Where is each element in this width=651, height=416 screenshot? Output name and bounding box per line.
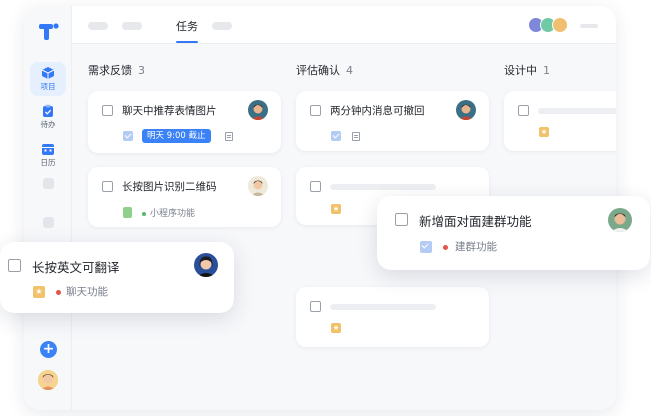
tab-active-indicator	[176, 41, 198, 43]
task-title: 新增面对面建群功能	[419, 214, 532, 229]
task-title: 两分钟内消息可撤回	[330, 105, 425, 117]
text-placeholder	[538, 108, 616, 114]
lightbulb-icon	[123, 207, 132, 218]
top-bar: 任务	[72, 6, 616, 44]
sidebar-item-label: 项目	[40, 82, 56, 91]
sidebar-item-label: 日历	[40, 158, 56, 167]
tag-dot	[443, 245, 448, 250]
sidebar-placeholder	[43, 217, 54, 228]
assignee-avatar[interactable]	[194, 253, 218, 277]
task-card[interactable]: 两分钟内消息可撤回	[296, 91, 489, 151]
due-date-badge[interactable]: 明天 9:00 截止	[142, 129, 211, 143]
task-tag: 建群功能	[455, 241, 497, 253]
assignee-avatar[interactable]	[608, 208, 632, 232]
column-name: 设计中	[504, 64, 537, 77]
subtask-check-icon	[331, 131, 341, 141]
subtask-check-icon	[420, 241, 432, 253]
task-title: 长按图片识别二维码	[122, 181, 217, 193]
task-title: 长按英文可翻译	[32, 260, 120, 275]
floating-task-card[interactable]: 长按英文可翻译 ★ 聊天功能	[0, 242, 234, 313]
more-placeholder[interactable]	[580, 24, 598, 28]
cube-icon	[41, 67, 55, 79]
column-count: 1	[543, 64, 550, 77]
sidebar-item-label: 待办	[40, 120, 56, 129]
task-card-placeholder[interactable]: ★	[504, 91, 616, 151]
task-checkbox[interactable]	[518, 105, 529, 116]
calendar-icon	[42, 144, 54, 155]
task-title: 聊天中推荐表情图片	[122, 105, 217, 117]
plus-icon[interactable]: +	[40, 341, 57, 358]
subtask-check-icon	[123, 131, 133, 141]
star-icon: ★	[331, 323, 341, 333]
column-count: 3	[138, 64, 145, 77]
star-icon: ★	[331, 204, 341, 214]
task-tag: 小程序功能	[150, 209, 196, 219]
task-checkbox[interactable]	[8, 259, 21, 272]
task-card[interactable]: 聊天中推荐表情图片 明天 9:00 截止	[88, 91, 281, 153]
tab-placeholder[interactable]	[88, 22, 108, 30]
tag-dot	[56, 290, 61, 295]
star-icon: ★	[33, 286, 45, 298]
task-checkbox[interactable]	[395, 213, 408, 226]
sidebar-item-todo[interactable]: 待办	[30, 100, 66, 134]
note-icon	[225, 132, 233, 141]
column-name: 需求反馈	[88, 64, 132, 77]
text-placeholder	[330, 304, 436, 310]
team-avatar[interactable]	[552, 17, 568, 33]
text-placeholder	[330, 184, 436, 190]
tag-dot	[142, 212, 146, 216]
tab-placeholder[interactable]	[212, 22, 232, 30]
column-title: 需求反馈 3	[88, 62, 145, 78]
clipboard-icon	[43, 104, 53, 117]
column-title: 评估确认 4	[296, 62, 353, 78]
sidebar-placeholder	[43, 178, 54, 189]
assignee-avatar[interactable]	[248, 176, 268, 196]
column-count: 4	[346, 64, 353, 77]
task-checkbox[interactable]	[102, 105, 113, 116]
task-tag: 聊天功能	[66, 286, 108, 298]
task-card-placeholder[interactable]: ★	[296, 287, 489, 347]
column-name: 评估确认	[296, 64, 340, 77]
floating-task-card[interactable]: 新增面对面建群功能 建群功能	[377, 196, 650, 270]
sidebar-item-project[interactable]: 项目	[30, 62, 66, 96]
task-checkbox[interactable]	[310, 301, 321, 312]
task-checkbox[interactable]	[310, 105, 321, 116]
tab-placeholder[interactable]	[122, 22, 142, 30]
sidebar: 项目 待办 日历 +	[24, 6, 72, 410]
assignee-avatar[interactable]	[248, 100, 268, 120]
column-title: 设计中 1	[504, 62, 550, 78]
user-avatar[interactable]	[38, 370, 58, 390]
task-checkbox[interactable]	[310, 181, 321, 192]
assignee-avatar[interactable]	[456, 100, 476, 120]
star-icon: ★	[539, 127, 549, 137]
sidebar-item-calendar[interactable]: 日历	[30, 138, 66, 172]
task-checkbox[interactable]	[102, 181, 113, 192]
tab-tasks[interactable]: 任务	[176, 18, 198, 34]
app-logo-icon	[39, 23, 59, 40]
note-icon	[352, 132, 360, 141]
task-card[interactable]: 长按图片识别二维码 小程序功能	[88, 167, 281, 227]
